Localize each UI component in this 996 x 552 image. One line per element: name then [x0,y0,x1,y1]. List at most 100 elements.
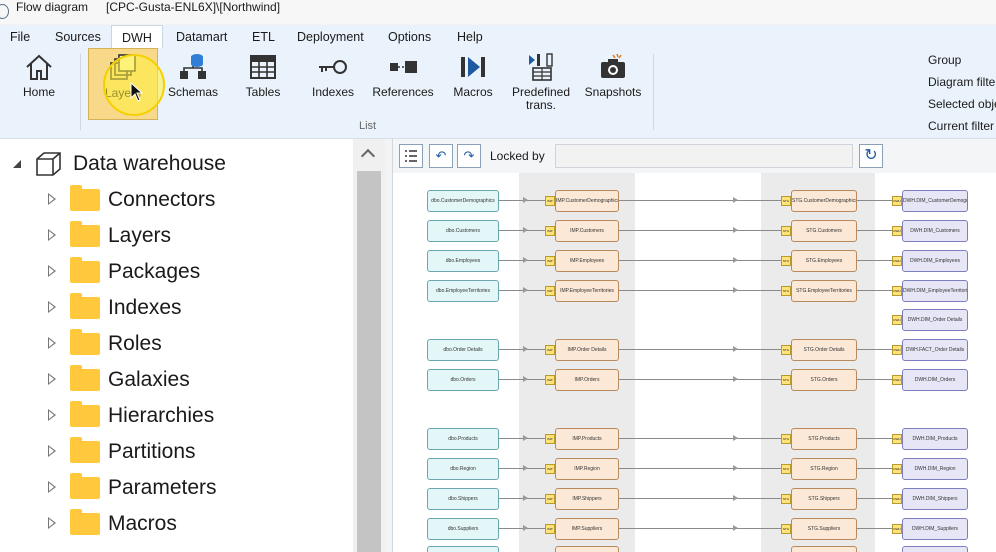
stg-table-node[interactable]: STG.EmployeeTerritories [791,280,857,302]
menu-datamart[interactable]: Datamart [166,25,237,49]
src-table-node[interactable]: dbo.CustomerDemographics [427,190,499,212]
selected-objects-dropdown[interactable]: Selected obje [928,97,996,111]
src-table-node[interactable]: dbo.Products [427,428,499,450]
menu-options[interactable]: Options [378,25,441,49]
stg-table-node[interactable]: STG.Suppliers [791,518,857,540]
flow-arrow-icon [523,525,528,531]
menu-sources[interactable]: Sources [45,25,111,49]
dwh-table-node[interactable]: DWH.DIM_Employees [902,250,968,272]
imp-table-node[interactable]: IMP.Shippers [555,488,619,510]
tree-item-packages[interactable]: Packages [0,254,353,290]
collapsed-arrow-icon [48,301,56,313]
stg-table-node[interactable]: STG.Region [791,458,857,480]
redo-button[interactable]: ↷ [457,144,481,168]
src-table-node[interactable]: dbo.Suppliers [427,518,499,540]
dwh-table-node[interactable]: DWH.DIM_Orders [902,369,968,391]
diagram-toolbar: ↶ ↷ Locked by ↻ [393,139,996,173]
collapsed-arrow-icon [48,409,56,421]
predefined-icon [529,53,553,81]
stg-layer-tag: STG [781,196,791,206]
src-table-node[interactable]: dbo.Employees [427,250,499,272]
src-table-node[interactable]: dbo.Territories [427,546,499,552]
stg-table-node[interactable]: STG.Shippers [791,488,857,510]
imp-table-node[interactable]: IMP.Region [555,458,619,480]
references-button[interactable]: References [372,48,434,118]
menu-dwh[interactable]: DWH [111,25,163,50]
snapshots-button[interactable]: Snapshots [582,48,644,118]
tree-item-indexes[interactable]: Indexes [0,290,353,326]
stg-table-node[interactable]: STG.Order Details [791,339,857,361]
tree-item-layers[interactable]: Layers [0,218,353,254]
imp-table-node[interactable]: IMP.Territories [555,546,619,552]
dwh-table-node[interactable]: DWH.DIM_Products [902,428,968,450]
menu-file[interactable]: File [0,25,40,49]
diagram-filter-dropdown[interactable]: Diagram filte [928,75,995,89]
src-table-node[interactable]: dbo.Orders [427,369,499,391]
tree-scrollbar[interactable] [353,139,385,552]
flow-arrow-icon [733,257,738,263]
imp-table-node[interactable]: IMP.EmployeeTerritories [555,280,619,302]
scroll-up-icon[interactable] [360,148,376,164]
tables-button[interactable]: Tables [236,48,290,118]
ribbon-separator [653,54,654,130]
imp-table-node[interactable]: IMP.Order Details [555,339,619,361]
folder-icon [70,365,100,391]
dwh-table-node[interactable]: DWH.DIM_Order Details [902,309,968,331]
stg-table-node[interactable]: STG.Employees [791,250,857,272]
menu-etl[interactable]: ETL [242,25,285,49]
tree-root-label: Data warehouse [73,152,226,175]
undo-button[interactable]: ↶ [429,144,453,168]
imp-table-node[interactable]: IMP.Employees [555,250,619,272]
stg-table-node[interactable]: STG.CustomerDemographics [791,190,857,212]
dwh-table-node[interactable]: DWH.DIM_CustomerDemographics [902,190,968,212]
imp-table-node[interactable]: IMP.Suppliers [555,518,619,540]
stg-table-node[interactable]: STG.Products [791,428,857,450]
macros-button[interactable]: Macros [448,48,498,118]
stg-table-node[interactable]: STG.Territories [791,546,857,552]
tree-item-roles[interactable]: Roles [0,326,353,362]
tree-item-hierarchies[interactable]: Hierarchies [0,398,353,434]
folder-icon [70,257,100,283]
dwh-table-node[interactable]: DWH.DIM_Territories [902,546,968,552]
src-table-node[interactable]: dbo.EmployeeTerritories [427,280,499,302]
flow-arrow-icon [523,465,528,471]
src-table-node[interactable]: dbo.Region [427,458,499,480]
stg-table-node[interactable]: STG.Orders [791,369,857,391]
dwh-table-node[interactable]: DWH.DIM_Region [902,458,968,480]
imp-table-node[interactable]: IMP.Orders [555,369,619,391]
dwh-table-node[interactable]: DWH.DIM_Suppliers [902,518,968,540]
src-table-node[interactable]: dbo.Customers [427,220,499,242]
tree-item-galaxies[interactable]: Galaxies [0,362,353,398]
tree-item-partitions[interactable]: Partitions [0,434,353,470]
tree-item-parameters[interactable]: Parameters [0,470,353,506]
flow-arrow-icon [523,435,528,441]
stg-layer-tag: STG [781,524,791,534]
dwh-table-node[interactable]: DWH.FACT_Order Details [902,339,968,361]
flow-arrow-icon [733,376,738,382]
tree-root-data-warehouse[interactable]: Data warehouse [0,146,353,182]
src-table-node[interactable]: dbo.Shippers [427,488,499,510]
imp-table-node[interactable]: IMP.CustomerDemographics [555,190,619,212]
diagram-canvas[interactable]: dbo.CustomerDemographics IMP.CustomerDemo… [393,173,996,552]
dwh-table-node[interactable]: DWH.DIM_Shippers [902,488,968,510]
dwh-layer-tag: DWH [892,464,902,474]
dwh-table-node[interactable]: DWH.DIM_Customers [902,220,968,242]
refresh-button[interactable]: ↻ [859,144,883,168]
schemas-button[interactable]: Schemas [166,48,220,118]
tree-item-macros[interactable]: Macros [0,506,353,542]
stg-table-node[interactable]: STG.Customers [791,220,857,242]
list-view-button[interactable] [399,144,423,168]
current-filter-dropdown[interactable]: Current filter [928,119,994,133]
scrollbar-thumb[interactable] [357,171,381,552]
src-table-node[interactable]: dbo.Order Details [427,339,499,361]
home-button[interactable]: Home [14,48,64,118]
tree-item-connectors[interactable]: Connectors [0,182,353,218]
group-dropdown[interactable]: Group [928,53,961,67]
predefined-trans-button[interactable]: Predefined trans. [508,48,574,118]
menu-deployment[interactable]: Deployment [287,25,374,49]
imp-table-node[interactable]: IMP.Products [555,428,619,450]
imp-table-node[interactable]: IMP.Customers [555,220,619,242]
menu-help[interactable]: Help [447,25,493,49]
dwh-table-node[interactable]: DWH.DIM_EmployeeTerritories [902,280,968,302]
indexes-button[interactable]: Indexes [306,48,360,118]
